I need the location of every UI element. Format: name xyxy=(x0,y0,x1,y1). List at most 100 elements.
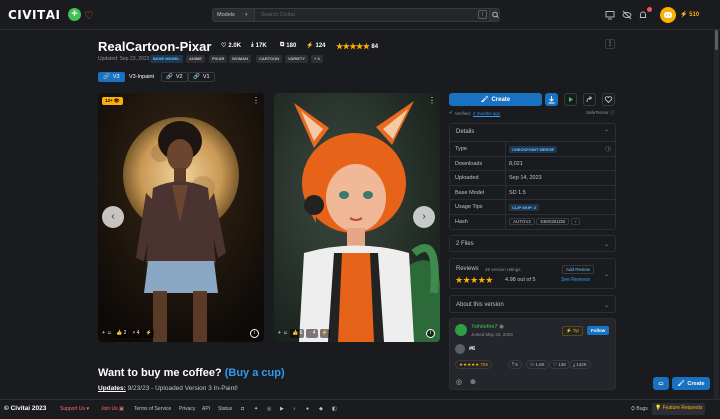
info-icon[interactable]: ⓘ xyxy=(605,145,611,153)
info-icon[interactable]: ⓘ xyxy=(610,110,615,115)
search-input[interactable]: Search Civitai xyxy=(261,9,295,21)
info-icon[interactable]: i xyxy=(426,329,435,338)
scrollbar-thumb[interactable] xyxy=(715,30,718,50)
share-button[interactable] xyxy=(583,93,596,106)
buzz-balance[interactable]: ⚡ 510 xyxy=(680,11,699,18)
see-reviews-link[interactable]: See Reviews xyxy=(561,277,590,283)
search-category-select[interactable]: Models xyxy=(213,9,255,21)
tag-pixar[interactable]: PIXAR xyxy=(209,55,228,63)
youtube-icon[interactable]: ▶ xyxy=(280,406,284,412)
floating-create-button[interactable]: 🖌 Create xyxy=(672,377,710,390)
download-icon xyxy=(548,96,555,104)
creator-followers: ⚇ 1.6K xyxy=(526,360,549,369)
heart-reaction[interactable]: ♥ 4 xyxy=(306,328,318,338)
github-icon[interactable]: ◆ xyxy=(319,406,323,412)
image-reactions-1: + ☺ 👍 2 ♥ 4 ⚡ xyxy=(102,328,154,338)
globe-icon[interactable]: ⊕ xyxy=(470,378,476,386)
favorite-button[interactable] xyxy=(602,93,615,106)
version-tab-v1[interactable]: 🔗 V1 xyxy=(188,72,215,82)
tip-reaction[interactable]: ⚡ xyxy=(143,328,154,338)
chevron-down-icon: ⌄ xyxy=(603,242,609,248)
hash-value[interactable]: EB00281DB xyxy=(536,217,570,225)
version-tab-v3[interactable]: 🔗 V3 xyxy=(98,72,125,82)
monitor-icon[interactable] xyxy=(604,9,616,21)
civitai-logo[interactable]: CIVITAI xyxy=(8,8,60,22)
scrollbar-track[interactable] xyxy=(714,30,719,399)
lightning-icon: ⚡ xyxy=(306,43,314,49)
more-options-button[interactable]: ⋮ xyxy=(605,39,615,49)
type-chip: CHECKPOINT MERGE xyxy=(509,146,558,153)
files-panel[interactable]: 2 Files ⌄ xyxy=(449,235,616,252)
hash-type-select[interactable]: AUTOV2 xyxy=(509,217,535,225)
rating-stat[interactable]: ★★★★★ 84 xyxy=(336,42,378,51)
like-reaction[interactable]: 👍 6 xyxy=(290,328,305,338)
tag-cartoon[interactable]: CARTOON xyxy=(256,55,283,63)
user-avatar[interactable] xyxy=(660,7,676,23)
smile-icon[interactable]: ☺ xyxy=(283,330,288,336)
heart-reaction[interactable]: ♥ 4 xyxy=(130,328,142,338)
verified-time-link[interactable]: 2 months ago xyxy=(473,111,500,116)
follow-button[interactable]: Follow xyxy=(587,326,610,335)
instagram-icon[interactable]: ◎ xyxy=(267,406,271,412)
detail-row-type: Type CHECKPOINT MERGE ⓘ xyxy=(450,141,615,156)
add-review-button[interactable]: Add Review xyxy=(562,265,595,274)
tip-button[interactable]: ⚡ Tip xyxy=(562,326,583,336)
buy-coffee-link[interactable]: (Buy a cup) xyxy=(225,367,285,379)
feature-requests-link[interactable]: 💡 Feature Requests xyxy=(652,403,706,415)
tag-base-model[interactable]: BASE MODEL xyxy=(150,55,183,63)
info-icon[interactable]: i xyxy=(250,329,259,338)
eye-off-icon[interactable] xyxy=(621,9,633,21)
twitter-icon[interactable]: ✦ xyxy=(254,406,258,412)
download-button[interactable] xyxy=(545,93,558,106)
search-button[interactable] xyxy=(489,9,500,21)
terms-link[interactable]: Terms of Service xyxy=(134,406,171,412)
api-link[interactable]: API xyxy=(202,406,210,412)
smile-icon[interactable]: ☺ xyxy=(107,330,112,336)
version-tab-v2[interactable]: 🔗 V2 xyxy=(161,72,188,82)
details-heading[interactable]: Details xyxy=(450,129,474,135)
reddit-icon[interactable]: ● xyxy=(306,406,309,412)
discord-icon[interactable]: ◘ xyxy=(241,406,244,412)
eye-icon: 👁 xyxy=(113,98,120,103)
tag-more[interactable]: + 3 xyxy=(311,55,323,63)
plus-icon[interactable]: + xyxy=(68,8,81,21)
heart-outline-icon[interactable]: ♡ xyxy=(84,9,94,22)
lightning-icon: ⚡ xyxy=(566,328,572,333)
creator-joined: Joined May 23, 2023 xyxy=(471,332,513,337)
image-menu-button[interactable]: ⋮ xyxy=(252,96,260,105)
chevron-up-icon[interactable]: ⌃ xyxy=(604,129,609,136)
review-stars: ★★★★★ xyxy=(455,275,493,285)
chevron-down-icon[interactable]: ⌄ xyxy=(604,271,609,278)
play-icon xyxy=(569,97,573,102)
run-button[interactable] xyxy=(564,93,577,106)
privacy-link[interactable]: Privacy xyxy=(179,406,195,412)
bugs-link[interactable]: ⛭ Bugs xyxy=(631,406,648,412)
twitch-icon[interactable]: ◧ xyxy=(332,406,337,412)
create-button[interactable]: 🖌 Create xyxy=(449,93,542,106)
image-menu-button[interactable]: ⋮ xyxy=(428,96,436,105)
support-us-link[interactable]: Support Us ♥ xyxy=(60,406,89,412)
tag-variety[interactable]: VARIETY xyxy=(285,55,309,63)
creator-avatar[interactable] xyxy=(455,324,467,336)
tip-reaction[interactable]: ⚡ xyxy=(319,328,330,338)
add-reaction-button[interactable]: + xyxy=(102,330,105,336)
chat-button[interactable]: ▭ xyxy=(653,377,669,390)
gallery-next-button[interactable]: › xyxy=(413,206,435,228)
bug-icon: ⛭ xyxy=(631,406,636,412)
chevron-right-icon[interactable]: › xyxy=(570,217,581,225)
add-reaction-button[interactable]: + xyxy=(278,330,281,336)
chevron-down-icon: ⌄ xyxy=(603,303,609,309)
heart-icon: ♥ xyxy=(308,329,312,336)
instagram-icon[interactable]: ◎ xyxy=(456,378,462,386)
gallery-prev-button[interactable]: ‹ xyxy=(102,206,124,228)
version-tab-v3-inpaint[interactable]: V3-Inpaint xyxy=(124,72,159,82)
like-reaction[interactable]: 👍 2 xyxy=(114,328,129,338)
detail-row-uploaded: Uploaded Sep 14, 2023 xyxy=(450,170,615,185)
status-link[interactable]: Status xyxy=(218,406,232,412)
join-us-link[interactable]: Join Us ▣ xyxy=(101,406,124,412)
tag-anime[interactable]: ANIME xyxy=(186,55,205,63)
tag-woman[interactable]: WOMAN xyxy=(229,55,251,63)
tiktok-icon[interactable]: ♪ xyxy=(293,406,296,412)
creator-name[interactable]: 7whitefire7 ◉ xyxy=(471,324,504,330)
about-panel[interactable]: About this version ⌄ xyxy=(449,295,616,313)
